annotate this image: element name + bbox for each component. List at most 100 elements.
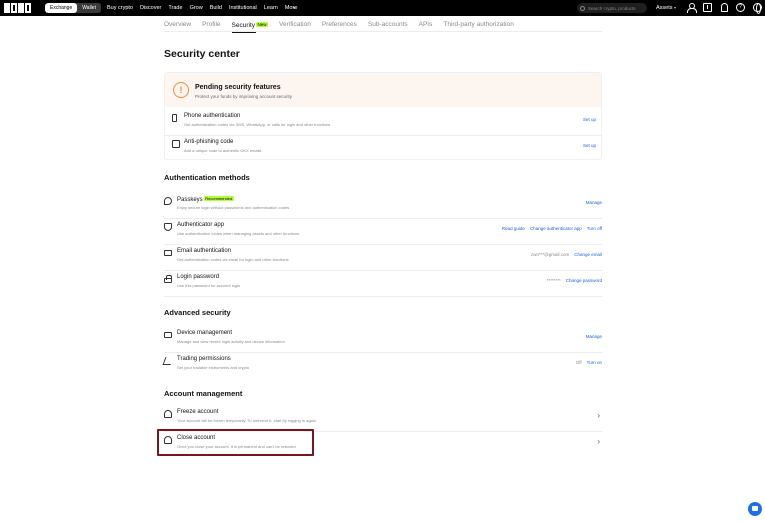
anti-phishing-icon <box>172 140 180 148</box>
row-label: Login password <box>177 274 220 280</box>
new-badge: New <box>256 22 269 27</box>
chat-support-button[interactable] <box>748 502 762 516</box>
nav-buy-crypto[interactable]: Buy crypto ▾ <box>107 5 295 11</box>
passkeys-label: Passkeys <box>177 197 203 203</box>
globe-icon[interactable] <box>753 3 762 14</box>
change-email-link[interactable]: Change email <box>574 252 602 257</box>
phone-icon <box>172 114 177 122</box>
top-icons: ? <box>686 3 762 14</box>
row-label: Anti-phishing code <box>184 139 234 145</box>
chevron-right-icon: › <box>597 437 600 446</box>
assets-menu[interactable]: Assets ▾ <box>656 0 676 16</box>
row-label: Device management <box>177 330 233 336</box>
nav-build[interactable]: Build ▾ <box>209 5 296 11</box>
lock-icon <box>164 275 172 283</box>
mail-icon <box>164 250 172 256</box>
logo-block <box>25 3 31 13</box>
row-desc: Get authentication codes via email for l… <box>177 257 289 262</box>
tab-apis[interactable]: APIs <box>419 20 433 31</box>
tab-overview[interactable]: Overview <box>164 20 191 31</box>
chevron-down-icon: ▾ <box>293 5 296 10</box>
logo-block <box>18 3 24 13</box>
search-icon <box>580 5 585 11</box>
nav-label: Learn <box>263 5 278 11</box>
turn-on-trading-link[interactable]: Turn on <box>587 360 602 365</box>
mode-switch: Exchange Wallet <box>45 3 101 13</box>
section-title-advanced: Advanced security <box>164 308 231 317</box>
nav-label: Institutional <box>228 5 257 11</box>
close-account-highlight <box>157 429 314 456</box>
email-auth-row: Email authentication Get authentication … <box>164 245 602 271</box>
tab-security[interactable]: Security New <box>231 20 269 33</box>
search-placeholder: Search crypto, products <box>588 5 636 11</box>
email-value: zwo***@gmail.com <box>530 252 570 257</box>
row-desc: Enjoy secure login without passwords and… <box>177 205 290 210</box>
tab-label: Security <box>231 22 256 29</box>
read-guide-link[interactable]: Read guide <box>502 226 525 231</box>
authenticator-row: Authenticator app Use authentication cod… <box>164 219 602 245</box>
search-input[interactable]: Search crypto, products <box>577 3 647 13</box>
download-icon[interactable] <box>703 3 712 12</box>
wallet-tab[interactable]: Wallet <box>77 3 101 13</box>
nav-label: Trade <box>168 5 183 11</box>
row-label: Trading permissions <box>177 356 231 362</box>
assets-label: Assets <box>656 5 673 11</box>
chevron-down-icon: ▾ <box>674 5 677 10</box>
trading-status: Off <box>575 360 582 365</box>
section-title-account: Account management <box>164 389 243 398</box>
account-tabs: Overview Profile Security New Verificatio… <box>164 20 602 33</box>
row-label: Freeze account <box>177 409 219 415</box>
nav-label: Discover <box>139 5 162 11</box>
tab-profile[interactable]: Profile <box>202 20 220 31</box>
row-desc: Manage and view recent login activity an… <box>177 339 285 344</box>
nav-grow[interactable]: Grow ▾ <box>189 5 296 11</box>
setup-phone-link[interactable]: Set up <box>583 117 596 122</box>
phone-auth-row: Phone authentication Get authentication … <box>164 110 602 136</box>
tab-preferences[interactable]: Preferences <box>322 20 357 31</box>
row-label: Authenticator app <box>177 222 225 228</box>
row-desc: Get authentication codes via SMS, WhatsA… <box>184 122 331 127</box>
turn-off-authenticator-link[interactable]: Turn off <box>587 226 602 231</box>
row-desc: Use this password for account login <box>177 283 241 288</box>
nav-learn[interactable]: Learn <box>264 5 278 11</box>
change-authenticator-link[interactable]: Change authenticator app <box>530 226 582 231</box>
nav-more[interactable]: More ▾ <box>285 5 298 11</box>
passkey-icon <box>164 197 172 205</box>
device-management-row: Device management Manage and view recent… <box>164 327 602 353</box>
login-password-row: Login password Use this password for acc… <box>164 271 602 297</box>
nav-institutional[interactable]: Institutional ▾ <box>228 5 295 11</box>
recommended-badge: Recommended <box>203 196 234 201</box>
okx-logo[interactable] <box>4 3 31 13</box>
change-password-link[interactable]: Change password <box>566 278 602 283</box>
nav-label: More <box>284 5 298 11</box>
user-icon[interactable] <box>686 3 697 13</box>
nav-label: Build <box>209 5 222 11</box>
anti-phishing-row: Anti-phishing code Add a unique code to … <box>164 136 602 162</box>
tab-sub-accounts[interactable]: Sub-accounts <box>368 20 408 31</box>
setup-anti-phishing-link[interactable]: Set up <box>583 143 596 148</box>
pending-header: ! Pending security features Protect your… <box>165 73 601 107</box>
exchange-tab[interactable]: Exchange <box>45 3 78 13</box>
row-desc: Use authentication codes when managing a… <box>177 231 300 236</box>
row-label: Email authentication <box>177 248 232 254</box>
warning-icon: ! <box>173 82 189 98</box>
row-desc: Add a unique code to authentic OKX email… <box>184 148 262 153</box>
tab-third-party-authorization[interactable]: Third-party authorization <box>443 20 513 31</box>
bell-icon[interactable] <box>721 3 728 12</box>
top-navbar: Exchange Wallet Buy crypto ▾ Discover ▾ Tr… <box>0 0 765 16</box>
tab-verification[interactable]: Verification <box>279 20 311 31</box>
nav-discover[interactable]: Discover ▾ <box>139 5 295 11</box>
main-nav: Buy crypto ▾ Discover ▾ Trade ▾ Grow ▾ Build… <box>107 0 297 16</box>
logo-block <box>4 3 10 13</box>
pending-subtitle: Protect your funds by improving account … <box>195 94 293 99</box>
nav-label: Grow <box>189 5 203 11</box>
trading-icon <box>162 357 174 365</box>
help-icon[interactable]: ? <box>736 3 745 12</box>
nav-trade[interactable]: Trade ▾ <box>168 5 295 11</box>
nav-label: Buy crypto <box>107 5 133 11</box>
manage-passkeys-link[interactable]: Manage <box>586 200 602 205</box>
logo-block <box>11 3 17 13</box>
row-label: Phone authentication <box>184 113 241 119</box>
manage-devices-link[interactable]: Manage <box>586 334 602 339</box>
row-desc: Set your tradable instruments and crypto <box>177 365 250 370</box>
